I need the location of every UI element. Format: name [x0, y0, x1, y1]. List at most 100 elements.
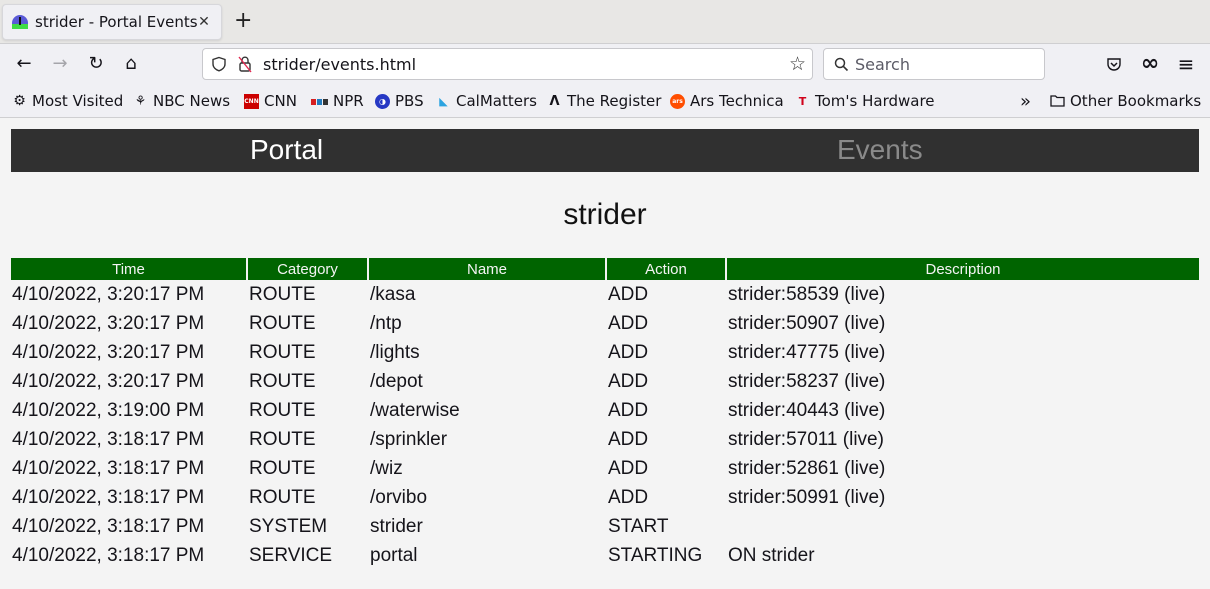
cell-category: ROUTE	[249, 312, 316, 334]
register-logo-icon: Ʌ	[549, 93, 560, 109]
table-row: 4/10/2022, 3:20:17 PM ROUTE /ntp ADD str…	[11, 309, 1199, 338]
cell-name: /lights	[370, 341, 420, 363]
tab-strider-portal-events[interactable]: strider - Portal Events ✕	[2, 4, 222, 40]
cell-category: ROUTE	[249, 428, 316, 450]
bookmark-label: CNN	[264, 92, 297, 110]
cell-name: /sprinkler	[370, 428, 448, 450]
bookmark-label: PBS	[395, 92, 424, 110]
cell-name: /ntp	[370, 312, 402, 334]
url-bar[interactable]: strider/events.html ☆	[202, 48, 813, 80]
bookmark-cnn[interactable]: CNN CNN	[244, 92, 297, 110]
cell-category: ROUTE	[249, 457, 316, 479]
cell-action: ADD	[608, 370, 649, 392]
table-row: 4/10/2022, 3:19:00 PM ROUTE /waterwise A…	[11, 396, 1199, 425]
cell-time: 4/10/2022, 3:20:17 PM	[12, 370, 205, 392]
forward-icon[interactable]: →	[48, 52, 72, 76]
insecure-lock-icon[interactable]	[237, 55, 253, 73]
cell-action: ADD	[608, 312, 649, 334]
bookmark-label: The Register	[567, 92, 662, 110]
page-content: Portal Events strider Time Category Name…	[0, 118, 1210, 589]
bookmarks-toolbar: ⚙ Most Visited ⚘ NBC News CNN CNN NPR ◑ …	[0, 84, 1210, 118]
bookmark-label: Most Visited	[32, 92, 124, 110]
favicon-icon	[12, 15, 28, 29]
shield-icon[interactable]	[211, 56, 227, 72]
cell-category: SYSTEM	[249, 515, 328, 537]
bookmark-nbc-news[interactable]: ⚘ NBC News	[133, 92, 230, 110]
table-row: 4/10/2022, 3:18:17 PM ROUTE /sprinkler A…	[11, 425, 1199, 454]
bookmarks-overflow-button[interactable]: »	[1020, 91, 1031, 112]
bookmark-star-icon[interactable]: ☆	[789, 53, 806, 75]
cell-time: 4/10/2022, 3:18:17 PM	[12, 515, 205, 537]
bookmark-ars-technica[interactable]: ars Ars Technica	[670, 92, 784, 110]
cell-description: strider:47775 (live)	[728, 341, 886, 363]
bookmark-label: NPR	[333, 92, 364, 110]
search-placeholder: Search	[855, 55, 910, 74]
cell-time: 4/10/2022, 3:18:17 PM	[12, 544, 205, 566]
bookmark-the-register[interactable]: Ʌ The Register	[547, 92, 661, 110]
column-header-category: Category	[248, 258, 367, 280]
bookmark-other-bookmarks[interactable]: Other Bookmarks	[1050, 92, 1201, 110]
cnn-logo-icon: CNN	[244, 93, 259, 109]
nbc-peacock-icon: ⚘	[134, 93, 147, 109]
url-text[interactable]: strider/events.html	[263, 55, 416, 74]
bookmark-calmatters[interactable]: ◣ CalMatters	[436, 92, 537, 110]
cell-description: ON strider	[728, 544, 815, 566]
bookmark-toms-hardware[interactable]: T Tom's Hardware	[795, 92, 935, 110]
cell-category: ROUTE	[249, 341, 316, 363]
table-row: 4/10/2022, 3:20:17 PM ROUTE /kasa ADD st…	[11, 280, 1199, 309]
cell-action: ADD	[608, 399, 649, 421]
nav-link-events[interactable]: Events	[837, 134, 923, 166]
cell-action: STARTING	[608, 544, 703, 566]
cell-name: strider	[370, 515, 423, 537]
column-header-action: Action	[607, 258, 725, 280]
cell-category: ROUTE	[249, 283, 316, 305]
table-row: 4/10/2022, 3:18:17 PM ROUTE /orvibo ADD …	[11, 483, 1199, 512]
cell-action: START	[608, 515, 669, 537]
cell-description: strider:52861 (live)	[728, 457, 886, 479]
cell-action: ADD	[608, 428, 649, 450]
cell-name: /depot	[370, 370, 423, 392]
cell-category: ROUTE	[249, 370, 316, 392]
pocket-icon[interactable]	[1102, 52, 1126, 76]
npr-logo-icon	[311, 94, 328, 109]
events-table: Time Category Name Action Description 4/…	[9, 258, 1201, 570]
cell-category: ROUTE	[249, 486, 316, 508]
cell-action: ADD	[608, 486, 649, 508]
cell-description	[727, 512, 1199, 541]
cell-time: 4/10/2022, 3:18:17 PM	[12, 457, 205, 479]
back-icon[interactable]: ←	[12, 52, 36, 76]
ars-logo-icon: ars	[670, 93, 685, 109]
search-input[interactable]: Search	[823, 48, 1045, 80]
cell-name: /kasa	[370, 283, 416, 305]
cell-category: SERVICE	[249, 544, 333, 566]
new-tab-button[interactable]: +	[234, 10, 252, 32]
tab-title: strider - Portal Events	[35, 13, 198, 31]
nav-link-portal[interactable]: Portal	[250, 134, 323, 166]
bookmark-npr[interactable]: NPR	[311, 92, 364, 110]
cell-description: strider:58539 (live)	[728, 283, 886, 305]
close-icon[interactable]: ✕	[196, 14, 212, 30]
menu-icon[interactable]: ≡	[1174, 52, 1198, 76]
extension-icon[interactable]: ∞	[1138, 52, 1162, 76]
cell-description: strider:40443 (live)	[728, 399, 886, 421]
cell-name: /wiz	[370, 457, 403, 479]
reload-icon[interactable]: ↻	[84, 52, 108, 76]
cell-description: strider:50991 (live)	[728, 486, 886, 508]
cell-name: /waterwise	[370, 399, 460, 421]
cell-action: ADD	[608, 341, 649, 363]
cell-description: strider:58237 (live)	[728, 370, 886, 392]
home-icon[interactable]: ⌂	[119, 52, 143, 76]
calmatters-logo-icon: ◣	[439, 94, 448, 108]
bookmark-label: Tom's Hardware	[815, 92, 935, 110]
table-row: 4/10/2022, 3:20:17 PM ROUTE /lights ADD …	[11, 338, 1199, 367]
bookmark-label: Ars Technica	[690, 92, 784, 110]
folder-icon	[1050, 94, 1065, 109]
gear-icon: ⚙	[13, 92, 26, 109]
table-row: 4/10/2022, 3:18:17 PM SERVICE portal STA…	[11, 541, 1199, 570]
cell-description: strider:57011 (live)	[728, 428, 884, 450]
cell-name: portal	[370, 544, 418, 566]
cell-time: 4/10/2022, 3:18:17 PM	[12, 428, 205, 450]
bookmark-pbs[interactable]: ◑ PBS	[375, 92, 424, 110]
table-row: 4/10/2022, 3:18:17 PM ROUTE /wiz ADD str…	[11, 454, 1199, 483]
bookmark-most-visited[interactable]: ⚙ Most Visited	[12, 92, 123, 110]
